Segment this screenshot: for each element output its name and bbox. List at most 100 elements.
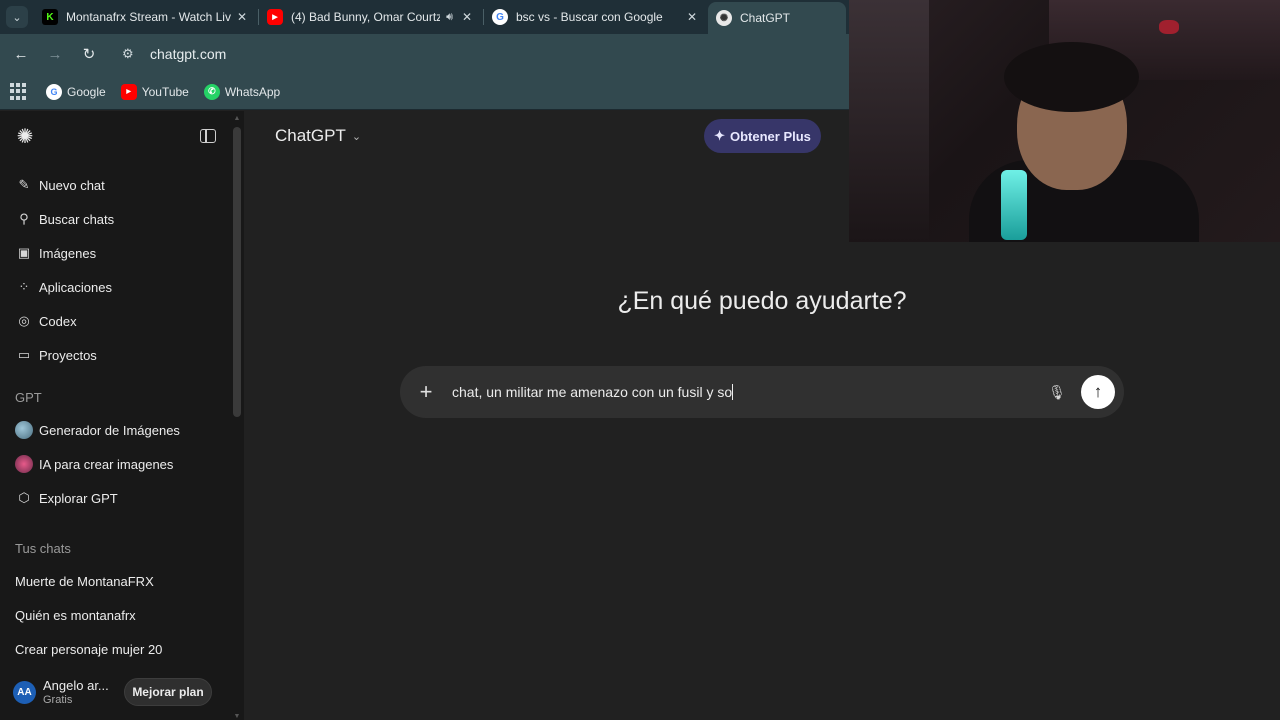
close-icon[interactable]: ✕ <box>459 10 475 24</box>
youtube-icon: ▶ <box>267 9 283 25</box>
screen: ⌄ K Montanafrx Stream - Watch Liv ✕ ▶ (4… <box>0 0 1280 720</box>
scroll-down-icon[interactable]: ▼ <box>233 713 241 720</box>
avatar: AA <box>13 680 36 704</box>
arrow-left-icon: ← <box>13 45 29 63</box>
chatgpt-icon: ✺ <box>716 10 732 26</box>
reload-button[interactable]: ↻ <box>76 41 102 67</box>
tab-search-button[interactable]: ⌄ <box>0 0 34 34</box>
image-generator-icon <box>15 421 33 439</box>
plus-icon[interactable]: + <box>400 379 452 405</box>
sidebar-item-projects[interactable]: ▭ Proyectos <box>0 338 244 372</box>
gpt-section-heading: GPT <box>15 389 42 405</box>
webcam-overlay <box>849 0 1280 242</box>
browser-tab-active[interactable]: ✺ ChatGPT <box>708 2 846 34</box>
browser-tab[interactable]: ▶ (4) Bad Bunny, Omar Courtz 🔊︎ ✕ <box>259 2 483 32</box>
forward-button[interactable]: → <box>42 41 68 67</box>
sidebar-item-label: Buscar chats <box>39 211 115 227</box>
codex-icon: ◎ <box>18 313 30 328</box>
webcam-microphone <box>1001 170 1027 240</box>
site-settings-icon[interactable]: ⚙ <box>122 46 142 62</box>
bookmark-whatsapp[interactable]: ✆ WhatsApp <box>203 83 281 100</box>
chatgpt-logo-icon[interactable]: ✺ <box>14 125 36 148</box>
folder-icon: ▭ <box>17 347 31 362</box>
chat-history-item[interactable]: Crear personaje mujer 20 <box>0 632 244 666</box>
browser-toolbar: ← → ↻ ⚙ chatgpt.com <box>0 34 849 74</box>
get-plus-button[interactable]: ✦ Obtener Plus <box>704 119 821 153</box>
prompt-input[interactable]: chat, un militar me amenazo con un fusil… <box>452 384 1046 400</box>
tab-title: (4) Bad Bunny, Omar Courtz <box>291 10 441 24</box>
browser-tabstrip: ⌄ K Montanafrx Stream - Watch Liv ✕ ▶ (4… <box>0 0 849 34</box>
address-bar[interactable]: ⚙ chatgpt.com <box>114 39 834 69</box>
google-icon: G <box>46 83 62 100</box>
sidebar-item-label: Codex <box>39 313 77 329</box>
webcam-decoration <box>1159 20 1179 34</box>
close-icon[interactable]: ✕ <box>684 10 700 24</box>
sidebar-item-label: Proyectos <box>39 347 97 363</box>
chevron-down-icon: ⌄ <box>6 6 28 28</box>
sidebar-item-ai-images[interactable]: IA para crear imagenes <box>0 447 244 481</box>
sidebar-item-images[interactable]: ▣ Imágenes <box>0 236 244 270</box>
microphone-icon[interactable]: 🎙︎ <box>1046 384 1068 401</box>
sidebar-item-label: Nuevo chat <box>39 177 105 193</box>
bookmarks-bar: G Google ▶ YouTube ✆ WhatsApp <box>0 74 849 110</box>
sidebar-item-codex[interactable]: ◎ Codex <box>0 304 244 338</box>
bookmark-youtube[interactable]: ▶ YouTube <box>120 83 189 100</box>
close-icon[interactable]: ✕ <box>234 10 250 24</box>
tab-title: bsc vs - Buscar con Google <box>516 10 663 24</box>
sidebar-item-explore-gpt[interactable]: ⬡ Explorar GPT <box>0 481 244 515</box>
scroll-up-icon[interactable]: ▲ <box>233 115 241 122</box>
user-profile[interactable]: AA Angelo ar... Gratis Mejorar plan <box>0 664 232 720</box>
sidebar-item-image-generator[interactable]: Generador de Imágenes <box>0 413 244 447</box>
tab-title: ChatGPT <box>740 11 791 25</box>
explore-gpt-icon: ⬡ <box>18 490 30 505</box>
google-icon: G <box>492 9 508 25</box>
apps-grid-icon[interactable] <box>10 82 28 101</box>
webcam-background <box>849 0 929 242</box>
chats-section-heading: Tus chats <box>15 540 71 556</box>
chat-history-item[interactable]: Quién es montanafrx <box>0 598 244 632</box>
browser-tab[interactable]: G bsc vs - Buscar con Google ✕ <box>484 2 708 32</box>
browser-tab[interactable]: K Montanafrx Stream - Watch Liv ✕ <box>34 2 258 32</box>
new-chat-icon: ✎ <box>18 177 30 192</box>
url-text: chatgpt.com <box>150 46 227 62</box>
webcam-person-hair <box>1004 42 1139 112</box>
search-icon: ⚲ <box>19 211 29 226</box>
scrollbar-thumb[interactable] <box>233 127 241 417</box>
page-title: ¿En qué puedo ayudarte? <box>617 287 907 315</box>
bookmark-google[interactable]: G Google <box>46 83 106 100</box>
bookmark-label: YouTube <box>141 84 189 99</box>
sidebar-scrollbar[interactable]: ▲ ▼ <box>232 115 242 720</box>
sidebar-item-new-chat[interactable]: ✎ Nuevo chat <box>0 168 244 202</box>
prompt-composer[interactable]: + chat, un militar me amenazo con un fus… <box>400 366 1124 418</box>
model-selector[interactable]: ChatGPT ⌄ <box>275 125 361 147</box>
prompt-text: chat, un militar me amenazo con un fusil… <box>452 384 733 400</box>
sidebar-item-apps[interactable]: ⁘ Aplicaciones <box>0 270 244 304</box>
user-plan: Gratis <box>43 693 73 706</box>
sidebar-item-label: Explorar GPT <box>39 490 118 506</box>
bookmark-label: WhatsApp <box>224 84 281 99</box>
ai-images-icon <box>15 455 33 473</box>
whatsapp-icon: ✆ <box>203 83 220 100</box>
chat-history-item[interactable]: Muerte de MontanaFRX <box>0 564 244 598</box>
chat-sidebar: ✺ ✎ Nuevo chat ⚲ Buscar chats ▣ Imágenes… <box>0 111 244 720</box>
bookmark-label: Google <box>67 84 106 99</box>
sparkle-icon: ✦ <box>714 128 725 143</box>
send-button[interactable]: ↑ <box>1081 375 1115 409</box>
chevron-down-icon: ⌄ <box>351 130 362 143</box>
get-plus-label: Obtener Plus <box>729 128 811 144</box>
sidebar-toggle-icon[interactable] <box>200 129 216 143</box>
sidebar-item-label: IA para crear imagenes <box>39 456 174 472</box>
tab-title: Montanafrx Stream - Watch Liv <box>66 10 231 24</box>
images-icon: ▣ <box>17 245 31 260</box>
sidebar-item-label: Imágenes <box>39 245 97 261</box>
speaker-icon[interactable]: 🔊︎ <box>446 11 453 24</box>
sidebar-item-search[interactable]: ⚲ Buscar chats <box>0 202 244 236</box>
youtube-icon: ▶ <box>120 83 137 100</box>
back-button[interactable]: ← <box>8 41 34 67</box>
text-caret <box>732 384 734 400</box>
user-name: Angelo ar... <box>43 677 109 693</box>
apps-icon: ⁘ <box>18 279 30 294</box>
kick-icon: K <box>42 9 58 25</box>
upgrade-plan-button[interactable]: Mejorar plan <box>124 678 212 706</box>
sidebar-item-label: Aplicaciones <box>39 279 112 295</box>
